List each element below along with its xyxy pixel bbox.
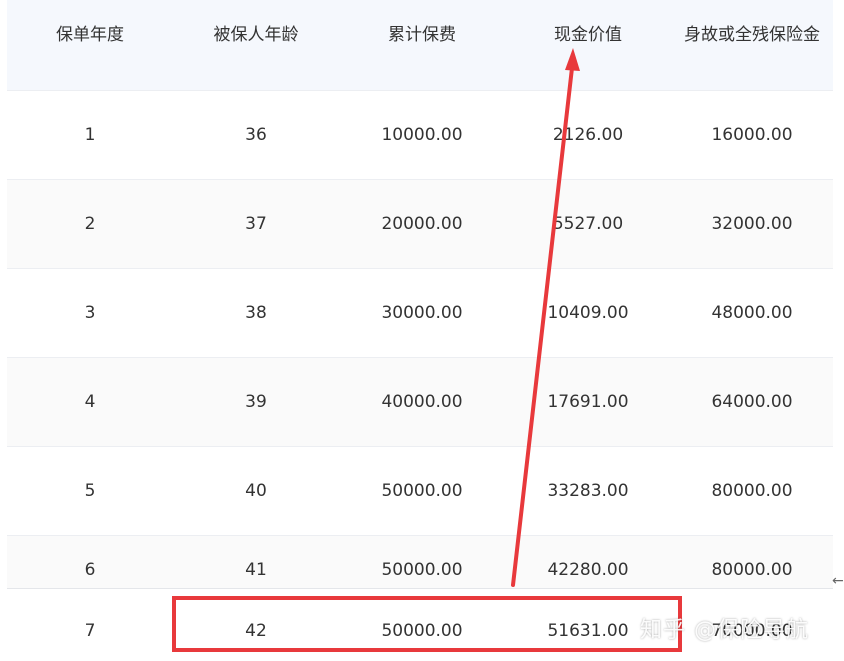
cell-death-benefit: 64000.00 [711, 392, 793, 412]
cell-policy-year: 2 [84, 214, 96, 234]
table-header: 保单年度 被保人年龄 累计保费 现金价值 身故或全残保险金 [7, 0, 833, 90]
back-arrow-icon[interactable]: ← [832, 573, 844, 589]
cell-cash-value: 17691.00 [547, 392, 629, 412]
cell-cash-value: 5527.00 [552, 214, 624, 234]
cell-cumulative-premium: 20000.00 [381, 214, 463, 234]
header-policy-year: 保单年度 [56, 25, 124, 45]
cell-cumulative-premium: 30000.00 [381, 303, 463, 323]
header-insured-age: 被保人年龄 [213, 25, 299, 45]
cell-cash-value: 33283.00 [547, 481, 629, 501]
cell-death-benefit: 48000.00 [711, 303, 793, 323]
cell-death-benefit: 80000.00 [711, 481, 793, 501]
cell-insured-age: 39 [245, 392, 267, 412]
table-row: 5 40 50000.00 33283.00 80000.00 [7, 446, 833, 535]
table-row: 3 38 30000.00 10409.00 48000.00 [7, 268, 833, 357]
table-row: 1 36 10000.00 2126.00 16000.00 [7, 90, 833, 179]
cell-insured-age: 42 [245, 621, 267, 641]
cell-cash-value: 2126.00 [552, 125, 624, 145]
cell-insured-age: 40 [245, 481, 267, 501]
row-divider [0, 588, 844, 601]
cell-policy-year: 7 [84, 621, 96, 641]
cell-insured-age: 37 [245, 214, 267, 234]
cell-policy-year: 1 [84, 125, 96, 145]
cell-death-benefit: 32000.00 [711, 214, 793, 234]
cell-insured-age: 36 [245, 125, 267, 145]
cell-cumulative-premium: 50000.00 [381, 621, 463, 641]
cell-policy-year: 3 [84, 303, 96, 323]
cell-death-benefit: 16000.00 [711, 125, 793, 145]
cell-cumulative-premium: 10000.00 [381, 125, 463, 145]
cell-insured-age: 41 [245, 560, 267, 580]
cell-policy-year: 5 [84, 481, 96, 501]
cell-cumulative-premium: 50000.00 [381, 560, 463, 580]
watermark: 知乎 @保险导航 [640, 618, 809, 643]
table-row: 6 41 50000.00 42280.00 80000.00 [7, 535, 833, 588]
cell-policy-year: 6 [84, 560, 96, 580]
header-death-benefit: 身故或全残保险金 [684, 25, 820, 45]
cell-policy-year: 4 [84, 392, 96, 412]
cell-cash-value: 42280.00 [547, 560, 629, 580]
cell-death-benefit: 80000.00 [711, 560, 793, 580]
cell-cash-value: 10409.00 [547, 303, 629, 323]
header-cash-value: 现金价值 [554, 25, 622, 45]
header-cumulative-premium: 累计保费 [388, 25, 456, 45]
cell-insured-age: 38 [245, 303, 267, 323]
cell-cumulative-premium: 40000.00 [381, 392, 463, 412]
table-row: 4 39 40000.00 17691.00 64000.00 [7, 357, 833, 446]
table-row: 2 37 20000.00 5527.00 32000.00 [7, 179, 833, 268]
insurance-benefit-table: 保单年度 被保人年龄 累计保费 现金价值 身故或全残保险金 1 36 10000… [7, 0, 833, 588]
cell-cumulative-premium: 50000.00 [381, 481, 463, 501]
